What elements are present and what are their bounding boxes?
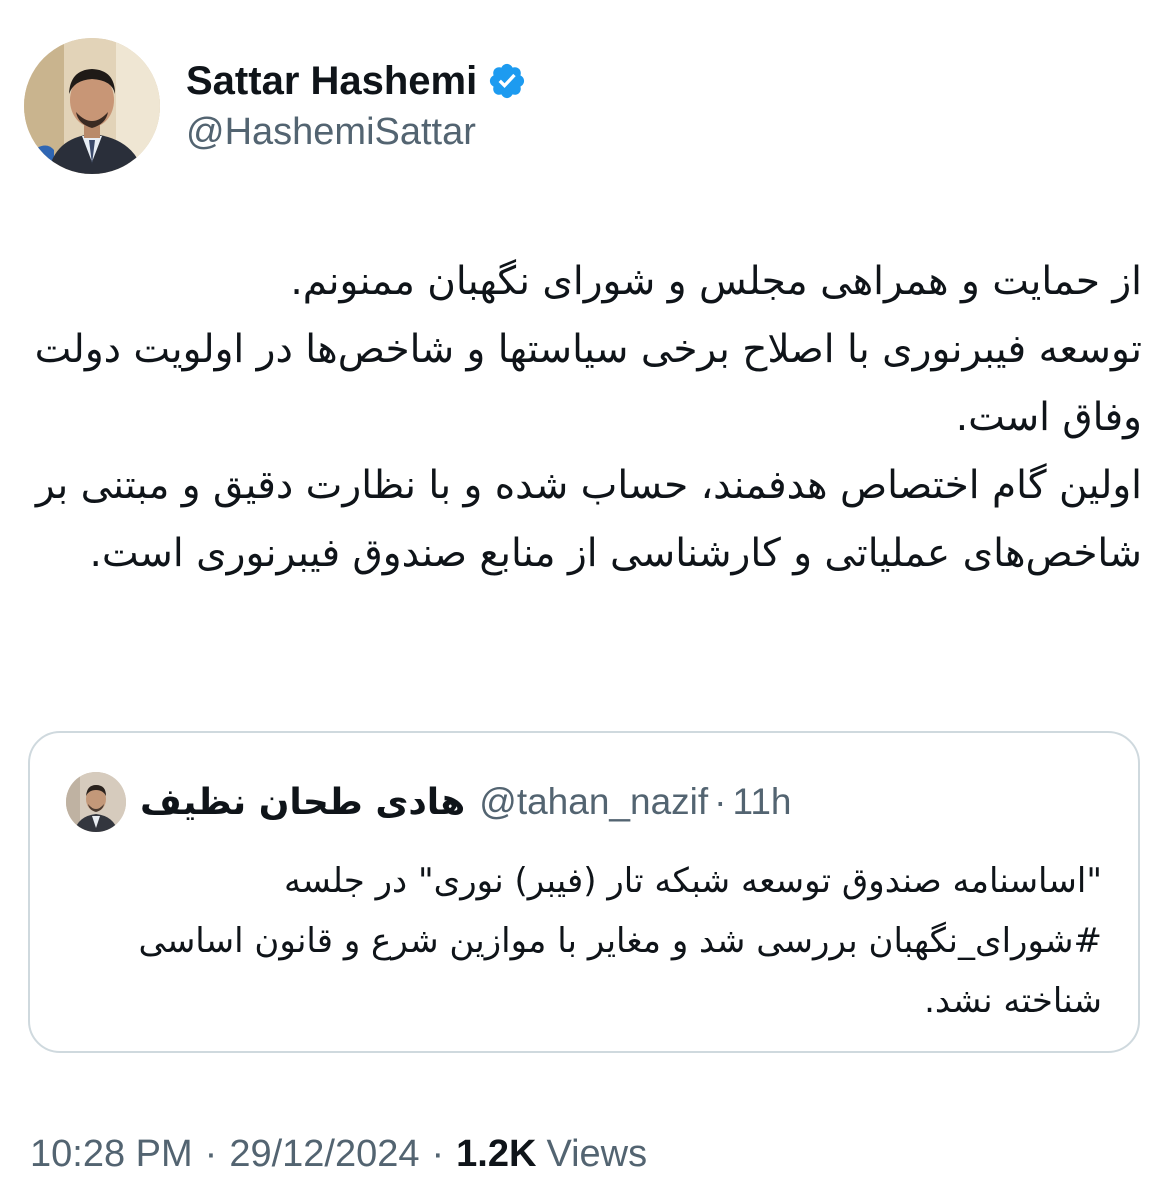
- tweet-header: Sattar Hashemi @HashemiSattar: [24, 36, 527, 176]
- quoted-author-display-name[interactable]: هادی طحان نظیف: [140, 782, 465, 823]
- tweet-meta: 10:28 PM · 29/12/2024 · 1.2K Views: [30, 1126, 647, 1182]
- profile-photo-icon: [24, 38, 160, 174]
- quoted-timestamp[interactable]: 11h: [732, 781, 791, 823]
- author-names: Sattar Hashemi @HashemiSattar: [186, 55, 527, 157]
- tweet-time[interactable]: 10:28 PM: [30, 1133, 193, 1176]
- tweet-date[interactable]: 29/12/2024: [229, 1133, 419, 1176]
- profile-photo-icon: [66, 772, 126, 832]
- quoted-tweet-header: هادی طحان نظیف @tahan_nazif · 11h: [66, 771, 791, 833]
- quoted-author-avatar[interactable]: [66, 772, 126, 832]
- quoted-separator: ·: [714, 781, 727, 822]
- author-display-name[interactable]: Sattar Hashemi: [186, 55, 477, 107]
- quoted-author-handle[interactable]: @tahan_nazif: [479, 781, 708, 823]
- verified-badge-icon: [487, 61, 527, 101]
- views-label: Views: [546, 1132, 648, 1175]
- author-handle[interactable]: @HashemiSattar: [186, 107, 527, 157]
- meta-separator: ·: [431, 1132, 445, 1175]
- display-name-row: Sattar Hashemi: [186, 55, 527, 107]
- tweet-text: از حمایت و همراهی مجلس و شورای نگهبان مم…: [34, 259, 1142, 576]
- author-avatar[interactable]: [24, 38, 160, 174]
- views-count: 1.2K: [456, 1132, 537, 1175]
- meta-separator: ·: [204, 1132, 218, 1175]
- quoted-tweet-card[interactable]: هادی طحان نظیف @tahan_nazif · 11h "اساسن…: [28, 731, 1140, 1053]
- quoted-tweet-text: "اساسنامه صندوق توسعه شبکه تار (فیبر) نو…: [138, 861, 1102, 1021]
